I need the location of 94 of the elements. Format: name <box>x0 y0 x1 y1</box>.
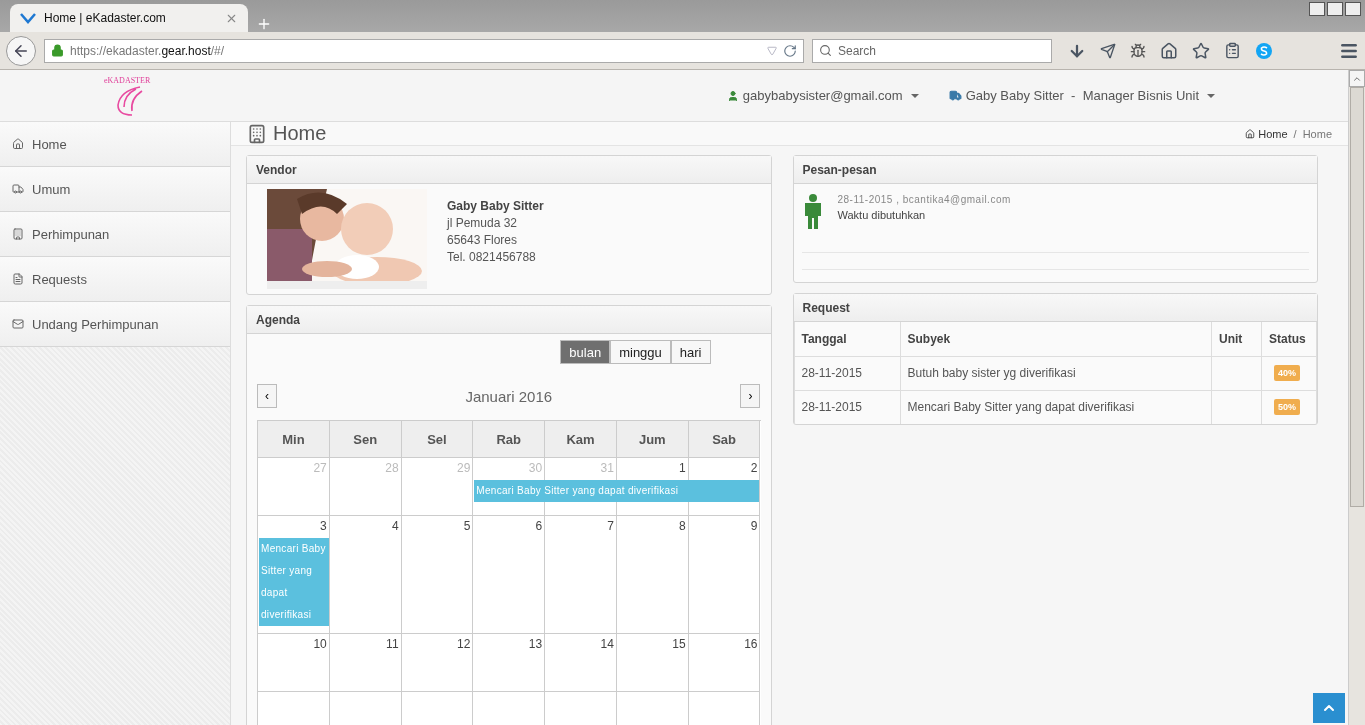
sidebar-item[interactable]: Umum <box>0 167 230 212</box>
day-number: 7 <box>607 518 615 535</box>
sidebar-item[interactable]: Perhimpunan <box>0 212 230 257</box>
unit-menu[interactable]: Gaby Baby Sitter - Manager Bisnis Unit <box>948 88 1215 103</box>
day-number: 4 <box>391 518 400 535</box>
day-number: 11 <box>386 636 400 653</box>
day-number: 2 <box>750 460 759 477</box>
minimize-button[interactable] <box>1309 2 1325 16</box>
weekday-header: Sel <box>401 421 474 458</box>
scroll-top-button[interactable] <box>1313 693 1345 723</box>
column-header: Tanggal <box>794 322 900 356</box>
home-icon[interactable] <box>1160 41 1178 60</box>
weekday-header: Sen <box>329 421 402 458</box>
restore-button[interactable] <box>1327 2 1343 16</box>
mail-icon <box>12 318 24 330</box>
table-cell: 28-11-2015 <box>794 356 900 390</box>
breadcrumb-current: Home <box>1302 127 1332 140</box>
day-number: 12 <box>457 636 472 653</box>
weekday-header: Sab <box>688 421 761 458</box>
status-badge: 40% <box>1274 365 1300 381</box>
home-icon <box>1245 128 1256 139</box>
star-icon[interactable] <box>1192 41 1210 60</box>
day-number: 10 <box>313 636 328 653</box>
breadcrumb-link[interactable]: Home <box>1245 127 1288 140</box>
v-logo-icon <box>20 12 36 24</box>
reload-icon[interactable] <box>783 43 797 58</box>
vendor-detail: Tel. 0821456788 <box>447 250 537 264</box>
previous-button[interactable]: ‹ <box>257 384 277 408</box>
day-number: 29 <box>457 460 472 477</box>
panel-title: Pesan-pesan <box>793 156 1317 184</box>
day-number: 13 <box>528 636 544 653</box>
lock-icon <box>51 44 64 57</box>
day-number: 31 <box>600 460 615 477</box>
sidebar-item[interactable]: Undang Perhimpunan <box>0 302 230 347</box>
sidebar-item[interactable]: Home <box>0 122 230 167</box>
building-icon <box>12 228 24 240</box>
panel-title: Request <box>793 294 1317 322</box>
view-tab[interactable]: bulan <box>560 340 611 364</box>
weekday-header: Kam <box>545 421 617 458</box>
day-number: 30 <box>528 460 544 477</box>
weekday-header: Rab <box>473 421 546 458</box>
panel-title: Vendor <box>247 156 771 184</box>
view-tab[interactable]: hari <box>670 340 711 364</box>
day-number: 14 <box>600 636 615 653</box>
table-cell: 28-11-2015 <box>794 390 900 424</box>
sidebar-item[interactable]: Requests <box>0 257 230 302</box>
weekday-header: Min <box>258 421 330 458</box>
paper-plane-icon[interactable] <box>1100 42 1116 59</box>
day-number: 5 <box>463 518 472 535</box>
status-badge: 50% <box>1274 399 1300 416</box>
day-number: 27 <box>313 460 328 477</box>
back-button[interactable] <box>6 35 36 66</box>
search-icon <box>819 44 832 57</box>
search-field[interactable]: Search <box>812 38 1052 63</box>
user-menu[interactable]: gabybabysister@gmail.com <box>726 88 919 103</box>
panel-title: Agenda <box>247 306 771 334</box>
month-title: Januari 2016 <box>465 387 553 405</box>
user-icon <box>726 89 739 102</box>
vendor-detail: 65643 Flores <box>447 233 519 247</box>
day-number: 1 <box>679 460 687 477</box>
column-header: Unit <box>1211 322 1262 356</box>
scrollbar-thumb[interactable] <box>1350 87 1364 507</box>
close-button[interactable] <box>1345 2 1361 16</box>
next-button[interactable]: › <box>740 384 761 408</box>
view-tab[interactable]: minggu <box>610 340 671 364</box>
browser-tab[interactable]: Home | eKadaster.com <box>10 4 248 32</box>
bug-icon[interactable] <box>1130 42 1146 59</box>
address-field[interactable]: https://ekadaster.gear.host/#/ <box>44 38 804 63</box>
day-number: 15 <box>672 636 687 653</box>
document-icon <box>12 273 24 285</box>
day-number: 3 <box>320 518 328 535</box>
table-cell: Mencari Baby Sitter yang dapat diverifikasi <box>900 390 1212 424</box>
weekday-header: Jum <box>616 421 689 458</box>
reading-list-icon[interactable] <box>1224 42 1241 59</box>
message-text: Waktu dibutuhkan <box>837 209 927 221</box>
chat-bubble-icon[interactable] <box>1255 41 1273 60</box>
column-header: Subyek <box>900 322 1212 356</box>
building-icon <box>247 123 267 144</box>
vendor-detail: jl Pemuda 32 <box>447 216 519 230</box>
day-number: 16 <box>744 636 759 653</box>
breadcrumb-separator: / <box>1293 127 1297 140</box>
day-number: 28 <box>385 460 400 477</box>
day-number: 9 <box>750 518 759 535</box>
message-meta: 28-11-2015 , bcantika4@gmail.com <box>837 194 1011 205</box>
day-number: 8 <box>679 518 687 535</box>
day-number: 6 <box>535 518 544 535</box>
page-title: Home <box>273 122 327 145</box>
logo[interactable]: eKADASTER <box>104 76 151 117</box>
home-icon <box>12 138 24 150</box>
truck-icon <box>948 89 962 102</box>
column-header: Status <box>1261 322 1317 356</box>
scrollbar[interactable] <box>1348 70 1365 725</box>
vendor-name: Gaby Baby Sitter <box>447 199 544 213</box>
truck-icon <box>12 183 24 195</box>
